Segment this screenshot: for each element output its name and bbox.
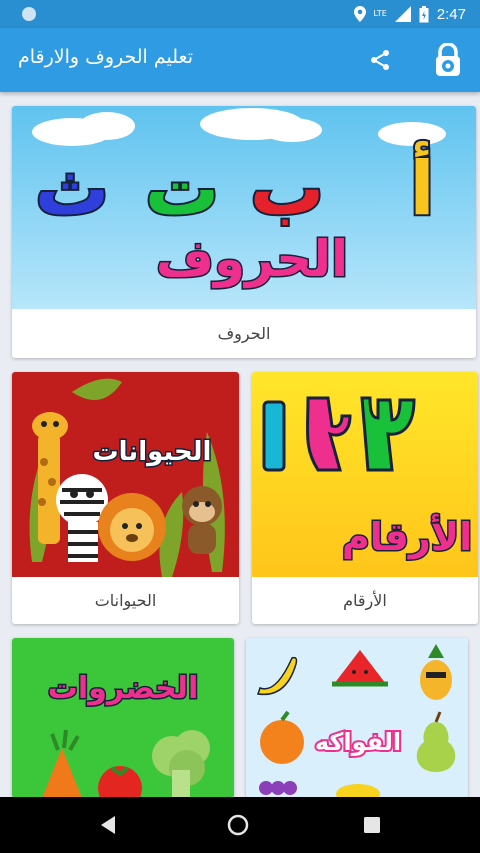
fruits-image-title: الفواكه: [315, 728, 401, 756]
network-type-label: LTE: [373, 9, 387, 18]
vegetables-card-image: الخضروات: [12, 638, 234, 798]
letters-card-label: الحروف: [217, 324, 271, 343]
letter-alif: أ: [409, 140, 434, 232]
animals-card[interactable]: الحيوانات الحيوانات: [12, 372, 239, 624]
lock-settings-icon: [436, 43, 460, 76]
letters-image-title: الحروف: [156, 230, 348, 289]
location-icon: [353, 6, 366, 22]
numbers-card-label: الأرقام: [343, 591, 387, 610]
numbers-card-image: الأرقام: [252, 372, 478, 577]
share-button[interactable]: [362, 42, 398, 78]
app-title: تعليم الحروف والارقام: [18, 46, 193, 68]
fruits-card-image: الفواكه: [246, 638, 468, 798]
status-bar: LTE 2:47: [0, 0, 480, 28]
monkey-icon: [182, 486, 222, 554]
navigation-bar: [0, 797, 480, 853]
vegetables-image-title: الخضروات: [48, 671, 198, 706]
numbers-card[interactable]: الأرقام الأرقام: [252, 372, 478, 624]
vegetables-card[interactable]: الخضروات: [12, 638, 234, 798]
letter-ba: ب: [250, 146, 324, 232]
numbers-image-title: الأرقام: [342, 513, 472, 560]
notification-dot-icon: [22, 7, 36, 21]
clock: 2:47: [436, 5, 466, 23]
letters-card-image: ث ت ب أ الحروف: [12, 106, 476, 309]
lion-icon: [98, 493, 166, 561]
animals-image-title: الحيوانات: [93, 437, 212, 467]
letter-ta: ت: [145, 146, 219, 232]
app-bar: تعليم الحروف والارقام: [0, 28, 480, 92]
back-button[interactable]: [92, 809, 124, 841]
recent-apps-button[interactable]: [356, 809, 388, 841]
letter-tha: ث: [35, 146, 109, 232]
share-icon: [371, 50, 389, 70]
letters-card[interactable]: ث ت ب أ الحروف الحروف: [12, 106, 476, 358]
grapes-icon: [259, 781, 297, 795]
battery-icon: [419, 5, 429, 22]
lock-settings-button[interactable]: [428, 40, 468, 80]
fruits-card[interactable]: الفواكه: [246, 638, 468, 798]
status-icons: LTE 2:47: [353, 4, 466, 24]
animals-card-label: الحيوانات: [94, 591, 157, 610]
recent-apps-square-icon: [364, 817, 380, 833]
home-button[interactable]: [222, 809, 254, 841]
signal-icon: [394, 6, 411, 22]
back-triangle-icon: [101, 816, 115, 834]
home-circle-icon: [227, 814, 249, 836]
animals-card-image: الحيوانات: [12, 372, 239, 577]
